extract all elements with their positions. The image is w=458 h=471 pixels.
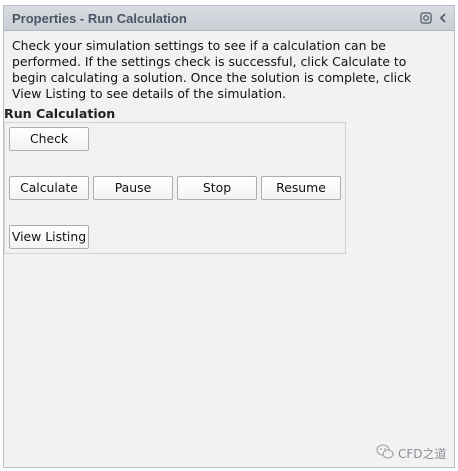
chevron-left-icon[interactable] (436, 10, 450, 26)
check-button[interactable]: Check (9, 127, 89, 151)
description-text: Check your simulation settings to see if… (12, 38, 412, 101)
view-listing-button[interactable]: View Listing (9, 225, 89, 249)
watermark-text: CFD之道 (398, 447, 447, 461)
watermark: CFD之道 (376, 444, 447, 463)
properties-panel: Properties - Run Calculation Check your … (3, 5, 455, 468)
pin-icon[interactable] (419, 10, 433, 26)
calculate-button[interactable]: Calculate (9, 176, 89, 200)
panel-title: Properties - Run Calculation (12, 11, 187, 26)
run-calculation-group: Check Calculate Pause Stop Resume View L… (4, 122, 346, 254)
resume-button[interactable]: Resume (261, 176, 341, 200)
panel-title-bar: Properties - Run Calculation (4, 6, 454, 31)
stop-button[interactable]: Stop (177, 176, 257, 200)
title-bar-controls (419, 10, 450, 26)
wechat-icon (376, 444, 394, 463)
run-calculation-heading: Run Calculation (4, 106, 116, 121)
pause-button[interactable]: Pause (93, 176, 173, 200)
